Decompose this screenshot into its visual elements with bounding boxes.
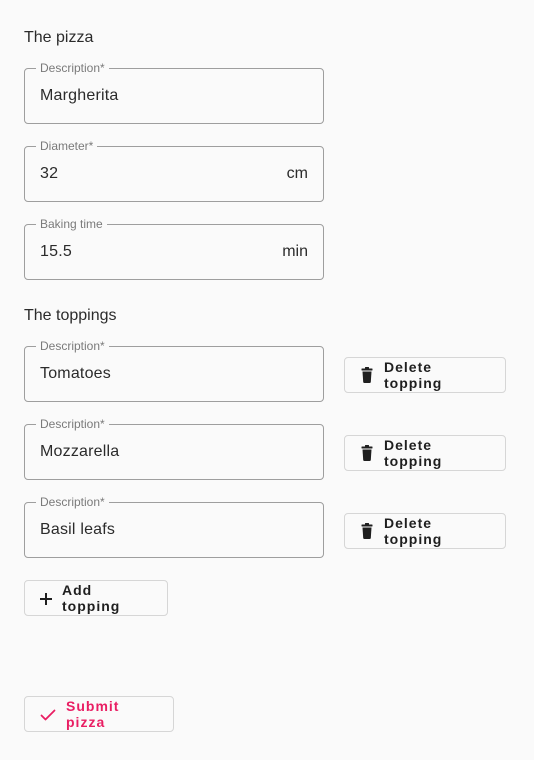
pizza-diameter-value: 32 [40,165,59,182]
delete-topping-button[interactable]: Delete topping [344,357,506,393]
pizza-description-field[interactable]: Description* Margherita [24,61,324,124]
delete-topping-button[interactable]: Delete topping [344,435,506,471]
topping-description-field[interactable]: Description* Tomatoes [24,339,324,402]
topping-description-label: Description* [36,495,109,509]
delete-topping-button[interactable]: Delete topping [344,513,506,549]
submit-pizza-label: Submit pizza [66,698,120,730]
plus-icon [40,592,52,605]
pizza-diameter-field[interactable]: Diameter* 32 cm [24,139,324,202]
delete-topping-label: Delete topping [384,515,443,547]
add-topping-label: Add topping [62,582,121,614]
topping-description-field[interactable]: Description* Mozzarella [24,417,324,480]
pizza-diameter-label: Diameter* [36,139,98,153]
topping-description-value: Mozzarella [40,443,120,460]
delete-topping-label: Delete topping [384,437,443,469]
pizza-diameter-suffix: cm [286,165,308,182]
pizza-baking-time-label: Baking time [36,217,107,231]
topping-description-value: Basil leafs [40,521,116,538]
topping-description-field[interactable]: Description* Basil leafs [24,495,324,558]
pizza-baking-time-field[interactable]: Baking time 15.5 min [24,217,324,280]
trash-icon [360,523,374,539]
pizza-description-value: Margherita [40,87,119,104]
add-topping-button[interactable]: Add topping [24,580,168,616]
check-icon [40,708,56,721]
pizza-baking-time-value: 15.5 [40,243,72,260]
pizza-baking-time-suffix: min [282,243,308,260]
topping-description-label: Description* [36,417,109,431]
topping-description-value: Tomatoes [40,365,111,382]
pizza-section-title: The pizza [24,29,94,46]
delete-topping-label: Delete topping [384,359,443,391]
trash-icon [360,445,374,461]
submit-pizza-button[interactable]: Submit pizza [24,696,174,732]
trash-icon [360,367,374,383]
topping-description-label: Description* [36,339,109,353]
toppings-section-title: The toppings [24,307,117,324]
pizza-description-label: Description* [36,61,109,75]
